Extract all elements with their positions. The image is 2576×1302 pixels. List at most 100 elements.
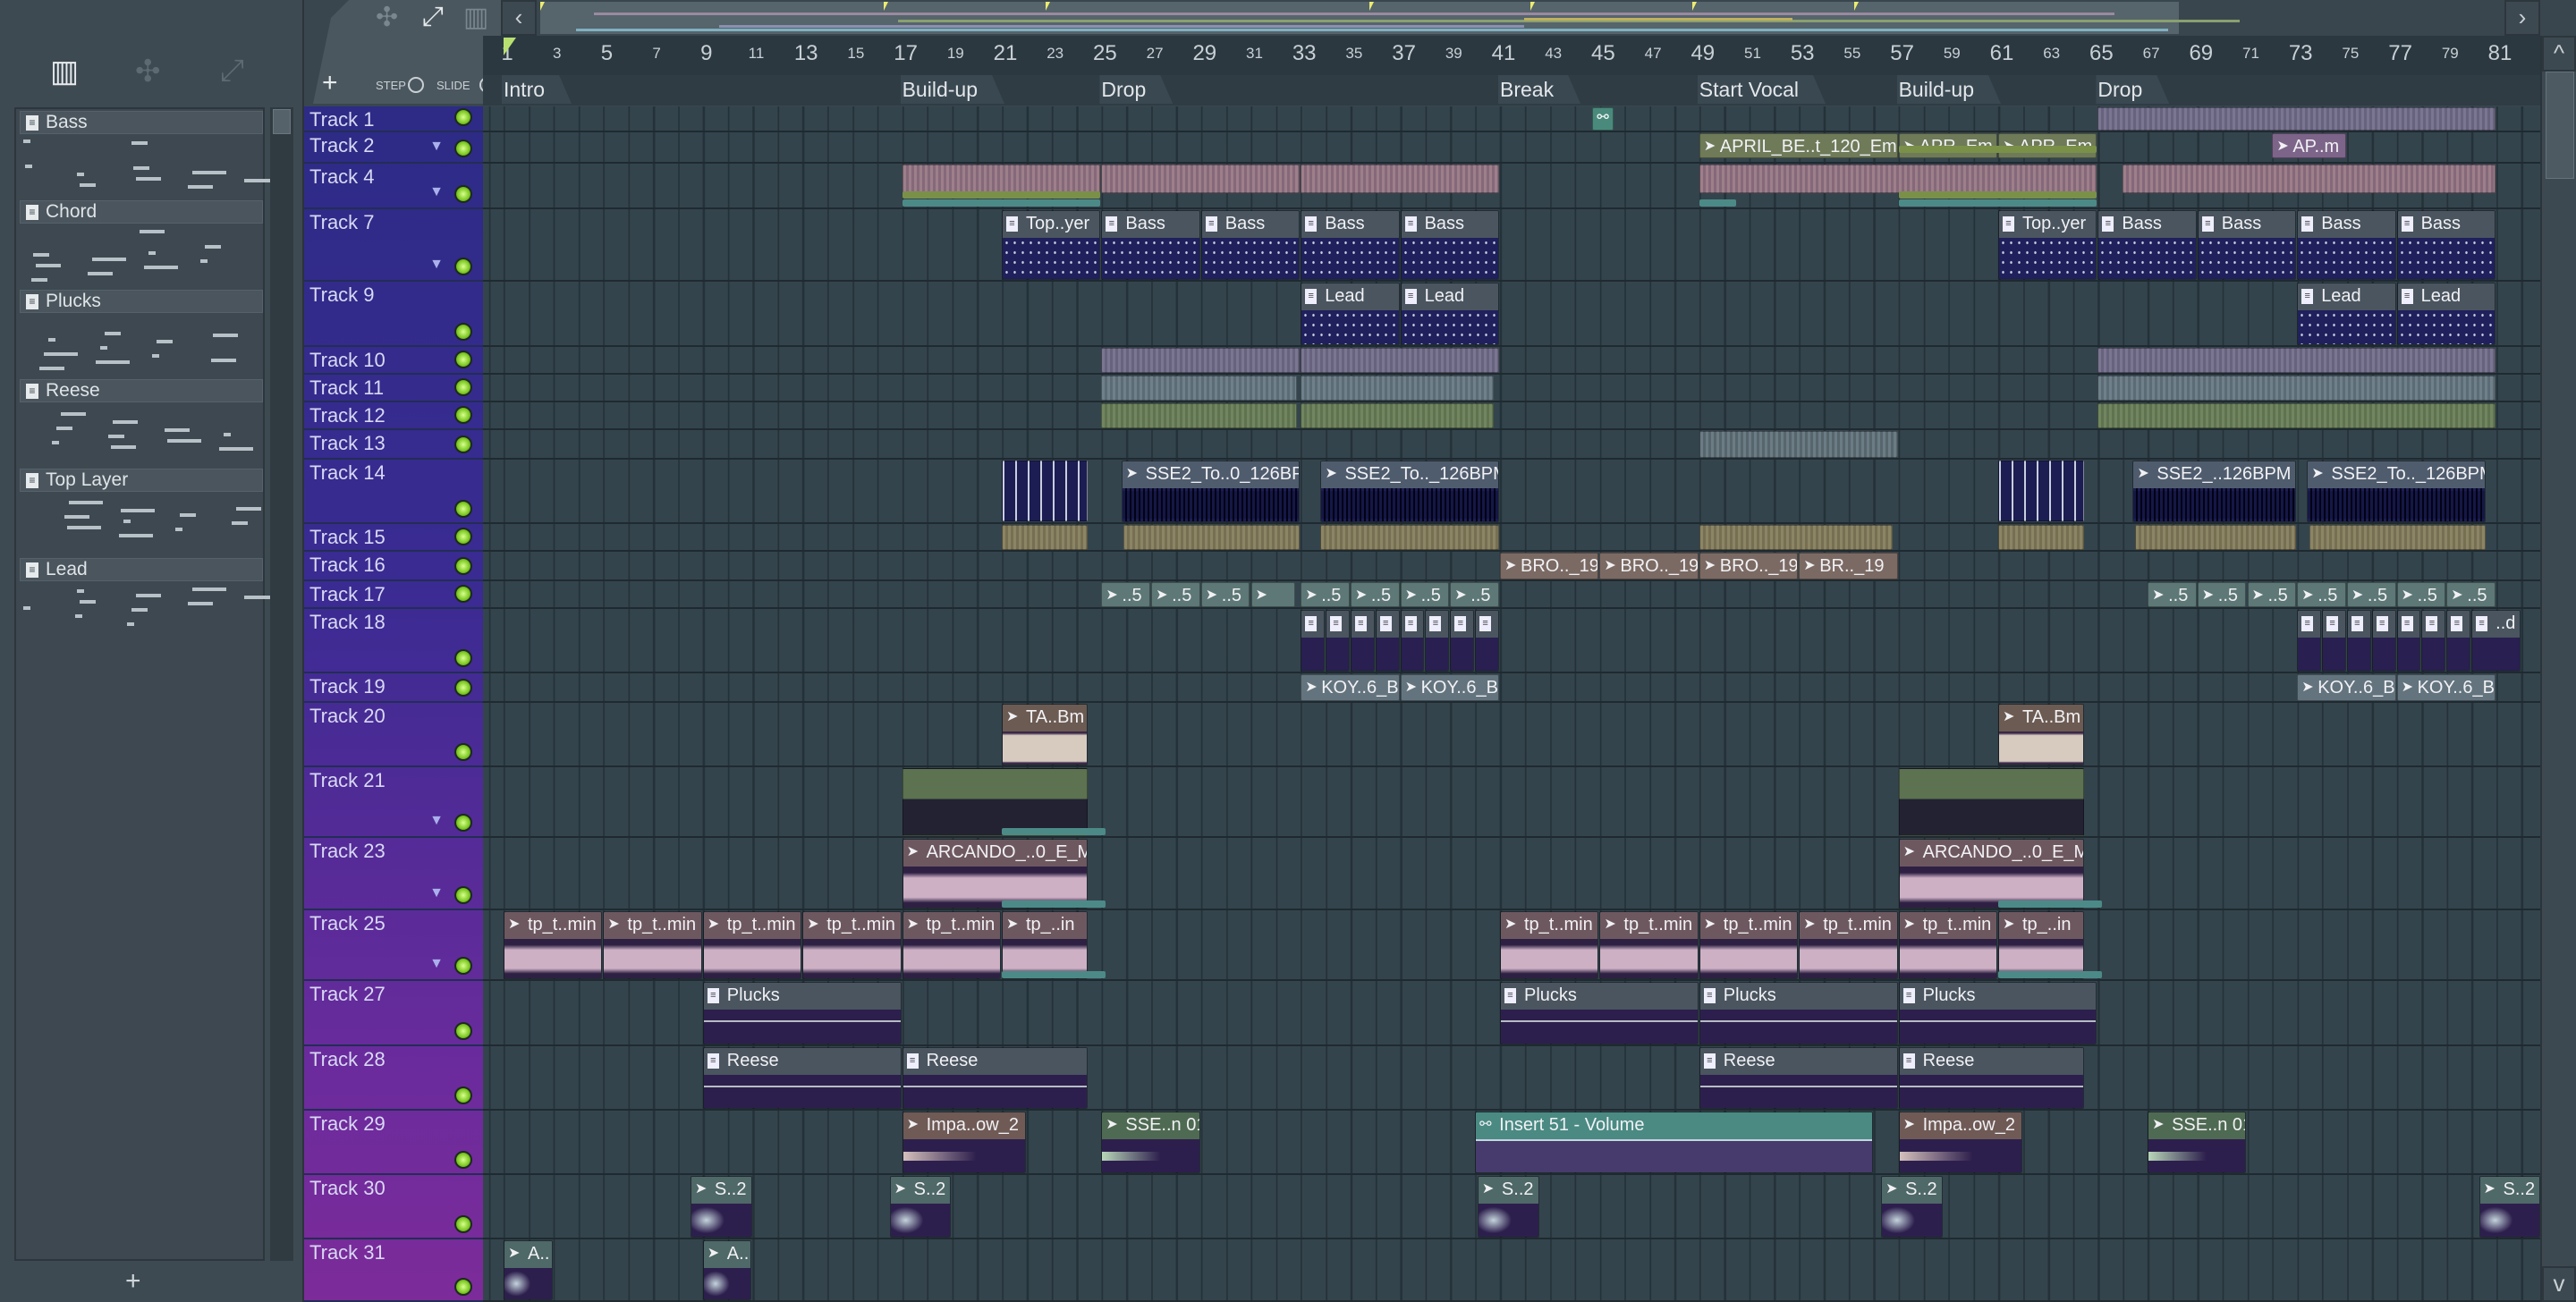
audio-clip[interactable]: ➤ SSE2_..126BPM — [2132, 461, 2297, 522]
waveform-icon[interactable]: ✣ — [135, 54, 161, 89]
track-lane[interactable]: ➤ Impa..ow_2 ➤ SSE..n 01 ⚯ Insert 51 - Volume… — [483, 1111, 2540, 1175]
track-lane[interactable]: ➤ S..2 ➤ S..2 ➤ S..2 ➤ S..2 ➤ S..2 — [483, 1175, 2540, 1239]
automation-icon[interactable]: ⤢ — [220, 54, 244, 89]
automation-icon[interactable]: ⤢ — [422, 2, 444, 32]
pattern-header[interactable]: ≡ Top Layer — [20, 469, 263, 492]
pattern-clip[interactable]: ≡ Bass — [1400, 210, 1499, 280]
pattern-clip[interactable]: ≡ — [1475, 610, 1499, 672]
audio-clip[interactable] — [2097, 403, 2496, 428]
audio-clip[interactable] — [902, 768, 1089, 836]
audio-clip[interactable]: ➤ tp_t..min — [1500, 911, 1599, 979]
audio-clip[interactable]: ➤ S..2 — [889, 1176, 952, 1238]
pattern-clip[interactable]: ≡ Reese — [1699, 1047, 1898, 1109]
track-header[interactable]: Track 11 — [304, 375, 483, 402]
audio-clip[interactable]: ➤ ..5 — [1350, 582, 1400, 607]
track-enable-led[interactable] — [454, 557, 472, 575]
track-lane[interactable]: ➤ A.. ➤ A.. — [483, 1239, 2540, 1302]
pattern-clip[interactable]: ≡ Top..yer — [1998, 210, 2097, 280]
track-lane[interactable]: ≡ Plucks ≡ Plucks ≡ Plucks ≡ Plucks — [483, 981, 2540, 1046]
track-header[interactable]: Track 27 — [304, 981, 483, 1046]
audio-clip[interactable]: ➤ TA..Bm — [1002, 704, 1089, 765]
marker-row[interactable]: Intro Build-up Drop Break Start Vocal Build-u… — [483, 75, 2540, 106]
track-lane[interactable]: ➤ tp_t..min ➤ tp_t..min ➤ tp_t..min ➤ tp_t..min… — [483, 910, 2540, 981]
track-enable-led[interactable] — [454, 649, 472, 667]
audio-clip[interactable]: ➤ ..5 — [1450, 582, 1499, 607]
track-enable-led[interactable] — [454, 886, 472, 904]
audio-clip[interactable] — [2135, 525, 2297, 550]
track-header[interactable]: Track 30 — [304, 1175, 483, 1239]
audio-clip[interactable]: ➤ S..2 — [1881, 1176, 1943, 1238]
audio-clip[interactable] — [1699, 165, 2097, 193]
audio-clip[interactable]: ➤ tp_t..min — [1799, 911, 1898, 979]
track-enable-led[interactable] — [454, 185, 472, 203]
marker-build-up[interactable]: Build-up — [1897, 75, 2001, 104]
track-lane[interactable]: ➤ KOY..6_B ➤ KOY..6_B ➤ KOY..6_B ➤ KOY..6_B — [483, 673, 2540, 703]
audio-clip[interactable]: ➤ S..2 — [1477, 1176, 1539, 1238]
audio-clip[interactable]: ➤ SSE..n 01 — [1101, 1112, 1200, 1173]
track-enable-led[interactable] — [454, 1278, 472, 1296]
audio-clip[interactable] — [1101, 376, 1298, 401]
audio-clip[interactable]: ➤ — [1250, 582, 1295, 607]
audio-clip[interactable] — [1998, 525, 2085, 550]
audio-clip[interactable]: ➤ ..5 — [2346, 582, 2396, 607]
track-enable-led[interactable] — [454, 743, 472, 761]
audio-clip[interactable]: ➤ APRIL_BE..t_120_Em — [1699, 133, 1898, 158]
pattern-clip[interactable]: ≡ — [2297, 610, 2322, 672]
audio-clip[interactable]: ➤ KOY..6_B — [2396, 674, 2496, 701]
track-enable-led[interactable] — [454, 323, 472, 341]
track-header[interactable]: Track 29 — [304, 1111, 483, 1175]
step-toggle[interactable] — [408, 77, 424, 93]
audio-clip[interactable]: ➤ SSE2_To.._126BPM — [1320, 461, 1499, 522]
pattern-item[interactable]: ≡ Lead — [20, 558, 278, 647]
chevron-down-icon[interactable]: ▼ — [429, 139, 444, 155]
audio-clip[interactable]: ➤ ..5 — [1301, 582, 1350, 607]
audio-clip[interactable]: ➤ ARCANDO_..0_E_Min — [1898, 839, 2085, 909]
audio-clip[interactable]: ➤ tp_t..min — [504, 911, 603, 979]
pattern-clip[interactable]: ≡ Bass — [1101, 210, 1200, 280]
pattern-clip[interactable]: ≡ — [1326, 610, 1350, 672]
track-header[interactable]: Track 10 — [304, 347, 483, 375]
audio-clip[interactable]: ➤ ..5 — [1101, 582, 1151, 607]
audio-clip[interactable]: ➤ tp_t..min — [802, 911, 902, 979]
audio-clip[interactable]: ➤ tp_..in — [1002, 911, 1089, 979]
track-lane[interactable]: ➤ ARCANDO_..0_E_Min ➤ ARCANDO_..0_E_Min — [483, 838, 2540, 910]
track-header[interactable]: Track 20 — [304, 703, 483, 767]
pattern-header[interactable]: ≡ Plucks — [20, 290, 263, 313]
pattern-clip[interactable]: ≡ Top..yer — [1002, 210, 1101, 280]
audio-clip[interactable]: ➤ KOY..6_B — [1400, 674, 1499, 701]
add-pattern-button[interactable]: + — [125, 1266, 141, 1297]
audio-clip[interactable] — [2123, 165, 2496, 193]
audio-clip[interactable]: ➤ tp_t..min — [702, 911, 802, 979]
pattern-clip[interactable]: ≡ Plucks — [1898, 982, 2097, 1044]
audio-clip[interactable] — [1301, 376, 1495, 401]
track-lane[interactable]: ≡ Top..yer ≡ Bass ≡ Bass ≡ Bass ≡ Bass ≡ Top..yer ≡ B… — [483, 209, 2540, 282]
pattern-clip[interactable]: ≡ Plucks — [702, 982, 902, 1044]
track-header[interactable]: Track 25 ▼ — [304, 910, 483, 981]
audio-clip[interactable]: ➤ BRO.._19 — [1500, 553, 1599, 579]
marker-start-vocal[interactable]: Start Vocal — [1698, 75, 1826, 104]
audio-clip[interactable]: ➤ KOY..6_B — [2297, 674, 2396, 701]
track-enable-led[interactable] — [454, 679, 472, 697]
track-lane[interactable] — [483, 767, 2540, 838]
piano-icon[interactable]: ▥ — [50, 54, 79, 89]
audio-clip[interactable] — [1998, 971, 2102, 978]
pattern-clip[interactable]: ≡ Bass — [2197, 210, 2297, 280]
track-enable-led[interactable] — [454, 351, 472, 368]
track-enable-led[interactable] — [454, 528, 472, 545]
audio-clip[interactable]: ➤ ..5 — [1151, 582, 1200, 607]
audio-clip[interactable] — [2097, 376, 2496, 401]
pattern-header[interactable]: ≡ Reese — [20, 379, 263, 402]
picker-scrollbar[interactable] — [270, 107, 293, 1261]
track-lane[interactable]: ➤ TA..Bm ➤ TA..Bm — [483, 703, 2540, 767]
scrollbar-handle[interactable] — [2546, 72, 2574, 179]
track-enable-led[interactable] — [454, 406, 472, 424]
pattern-item[interactable]: ≡ Bass — [20, 111, 278, 200]
audio-clip[interactable]: ➤ Impa..ow_2 — [902, 1112, 1026, 1173]
pattern-clip[interactable]: ≡ — [1450, 610, 1475, 672]
marker-break[interactable]: Break — [1498, 75, 1580, 104]
track-header[interactable]: Track 13 — [304, 430, 483, 460]
track-enable-led[interactable] — [454, 1151, 472, 1169]
pattern-item[interactable]: ≡ Reese — [20, 379, 263, 469]
pattern-clip[interactable]: ≡ — [2322, 610, 2346, 672]
audio-clip[interactable]: ➤ SSE2_To..0_126BPM — [1121, 461, 1301, 522]
